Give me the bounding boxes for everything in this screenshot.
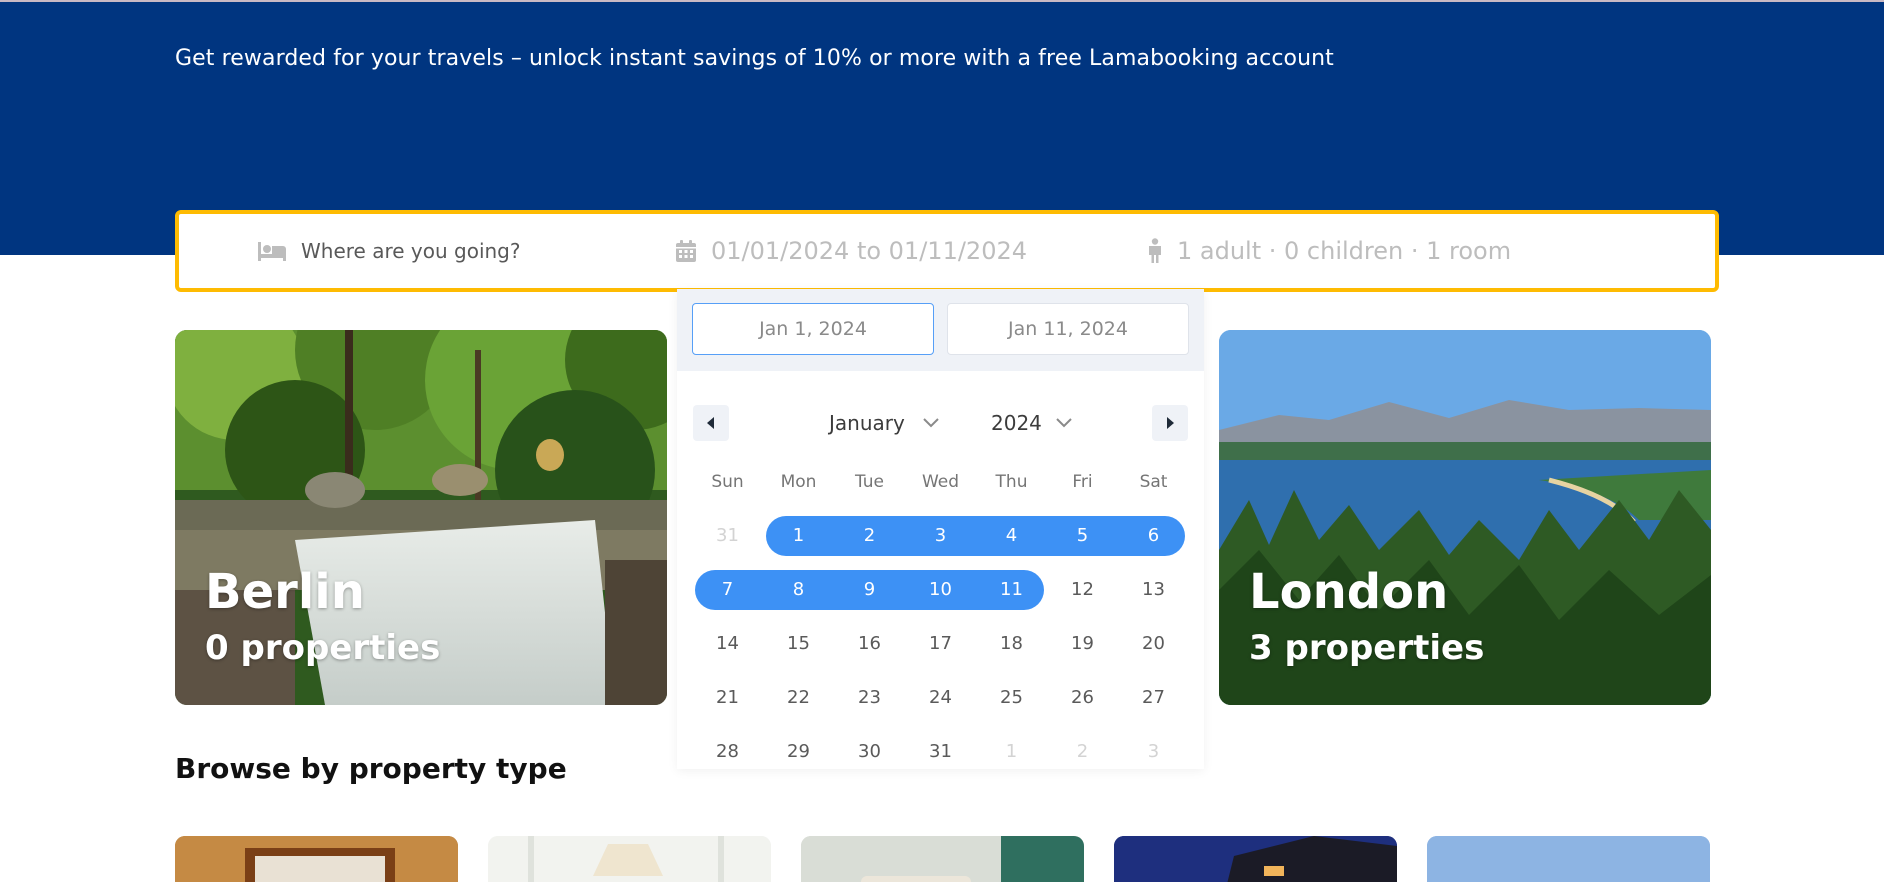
property-type-image <box>1427 836 1710 882</box>
weekday-label: Fri <box>1072 472 1093 492</box>
property-type-card[interactable] <box>801 836 1084 882</box>
weekday-header: Sun Mon Tue Wed Thu Fri Sat <box>692 472 1189 496</box>
calendar-day[interactable]: 18 <box>976 624 1047 664</box>
next-month-button[interactable] <box>1152 405 1188 441</box>
destination-card-berlin[interactable]: Berlin 0 properties <box>175 330 667 705</box>
calendar-day[interactable]: 9 <box>834 570 905 610</box>
property-type-card[interactable] <box>1427 836 1710 882</box>
calendar-day[interactable]: 1 <box>976 732 1047 772</box>
calendar-day[interactable]: 26 <box>1047 678 1118 718</box>
property-type-image <box>488 836 771 882</box>
calendar-day[interactable]: 27 <box>1118 678 1189 718</box>
destination-field[interactable] <box>257 214 601 288</box>
destination-name: Berlin <box>205 564 365 620</box>
start-date-input[interactable]: Jan 1, 2024 <box>692 303 934 355</box>
calendar-day[interactable]: 16 <box>834 624 905 664</box>
triangle-right-icon <box>1167 417 1174 429</box>
calendar-day[interactable]: 31 <box>905 732 976 772</box>
destination-card-london[interactable]: London 3 properties <box>1219 330 1711 705</box>
date-picker-header: Jan 1, 2024 Jan 11, 2024 <box>677 289 1204 371</box>
prev-month-button[interactable] <box>693 405 729 441</box>
property-type-card[interactable] <box>175 836 458 882</box>
calendar-day[interactable]: 31 <box>692 516 763 556</box>
calendar-day[interactable]: 5 <box>1047 516 1118 556</box>
promo-text: Get rewarded for your travels – unlock i… <box>175 46 1334 71</box>
calendar-day[interactable]: 4 <box>976 516 1047 556</box>
calendar-day[interactable]: 2 <box>834 516 905 556</box>
calendar-day[interactable]: 22 <box>763 678 834 718</box>
chevron-down-icon <box>1056 418 1072 428</box>
weekday-label: Mon <box>780 472 817 492</box>
calendar-day[interactable]: 2 <box>1047 732 1118 772</box>
calendar-day[interactable]: 10 <box>905 570 976 610</box>
weekday-label: Sun <box>711 472 744 492</box>
calendar-day[interactable]: 25 <box>976 678 1047 718</box>
destination-properties: 3 properties <box>1249 628 1485 668</box>
calendar-day[interactable]: 14 <box>692 624 763 664</box>
year-select-value: 2024 <box>991 411 1042 435</box>
weekday-label: Wed <box>921 472 960 492</box>
weekday-label: Sat <box>1139 472 1168 492</box>
calendar-day[interactable]: 6 <box>1118 516 1189 556</box>
person-icon <box>1149 238 1161 263</box>
calendar-icon <box>676 240 696 262</box>
calendar-day[interactable]: 13 <box>1118 570 1189 610</box>
destination-name: London <box>1249 564 1449 620</box>
calendar-day[interactable]: 15 <box>763 624 834 664</box>
guests-field[interactable]: 1 adult · 0 children · 1 room <box>1147 214 1511 288</box>
property-type-image <box>1114 836 1397 882</box>
browse-section-title: Browse by property type <box>175 752 567 785</box>
triangle-left-icon <box>707 417 714 429</box>
calendar-day[interactable]: 19 <box>1047 624 1118 664</box>
property-type-card[interactable] <box>1114 836 1397 882</box>
date-range-text: 01/01/2024 to 01/11/2024 <box>711 237 1028 265</box>
month-select-value: January <box>829 411 905 435</box>
property-type-image <box>801 836 1084 882</box>
weekday-label: Thu <box>995 472 1028 492</box>
calendar-day[interactable]: 3 <box>905 516 976 556</box>
calendar-day[interactable]: 1 <box>763 516 834 556</box>
calendar-day[interactable]: 29 <box>763 732 834 772</box>
destination-input[interactable] <box>301 239 601 263</box>
calendar-day[interactable]: 28 <box>692 732 763 772</box>
search-bar: 01/01/2024 to 01/11/2024 1 adult · 0 chi… <box>175 210 1719 292</box>
calendar-day[interactable]: 17 <box>905 624 976 664</box>
destination-properties: 0 properties <box>205 628 441 668</box>
calendar-day[interactable]: 20 <box>1118 624 1189 664</box>
date-picker: Jan 1, 2024 Jan 11, 2024 January 2024 Su… <box>677 289 1204 769</box>
date-range-field[interactable]: 01/01/2024 to 01/11/2024 <box>675 214 1027 288</box>
calendar-day[interactable]: 30 <box>834 732 905 772</box>
calendar-day[interactable]: 12 <box>1047 570 1118 610</box>
bed-icon <box>258 242 286 261</box>
chevron-down-icon <box>923 418 939 428</box>
weekday-label: Tue <box>854 472 885 492</box>
calendar-day[interactable]: 21 <box>692 678 763 718</box>
calendar-day[interactable]: 3 <box>1118 732 1189 772</box>
property-type-card[interactable] <box>488 836 771 882</box>
month-select[interactable]: January <box>829 407 939 439</box>
guests-text: 1 adult · 0 children · 1 room <box>1177 237 1512 265</box>
calendar-day[interactable]: 23 <box>834 678 905 718</box>
calendar-day[interactable]: 11 <box>976 570 1047 610</box>
property-type-image <box>175 836 458 882</box>
calendar-day[interactable]: 24 <box>905 678 976 718</box>
year-select[interactable]: 2024 <box>991 407 1072 439</box>
calendar-day[interactable]: 8 <box>763 570 834 610</box>
calendar-day[interactable]: 7 <box>692 570 763 610</box>
end-date-input[interactable]: Jan 11, 2024 <box>947 303 1189 355</box>
